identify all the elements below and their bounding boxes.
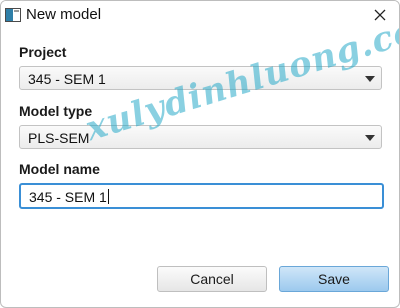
cancel-button[interactable]: Cancel [157,266,267,292]
model-name-value: 345 - SEM 1 [29,189,107,205]
model-name-label: Model name [19,161,100,177]
project-label: Project [19,44,67,60]
project-dropdown[interactable]: 345 - SEM 1 [19,66,382,90]
chevron-down-icon [365,135,375,141]
app-window-icon [5,8,21,22]
save-button[interactable]: Save [279,266,389,292]
model-name-input[interactable]: 345 - SEM 1 [19,183,384,209]
model-type-selected-value: PLS-SEM [28,130,90,146]
new-model-dialog: New model Project 345 - SEM 1 Model type… [0,0,400,308]
model-type-label: Model type [19,103,93,119]
text-caret [107,189,109,204]
dialog-title: New model [26,6,102,23]
project-selected-value: 345 - SEM 1 [28,71,106,87]
model-type-dropdown[interactable]: PLS-SEM [19,125,382,149]
close-icon [374,9,386,21]
close-button[interactable] [367,3,393,27]
chevron-down-icon [365,76,375,82]
title-bar: New model [1,1,399,31]
